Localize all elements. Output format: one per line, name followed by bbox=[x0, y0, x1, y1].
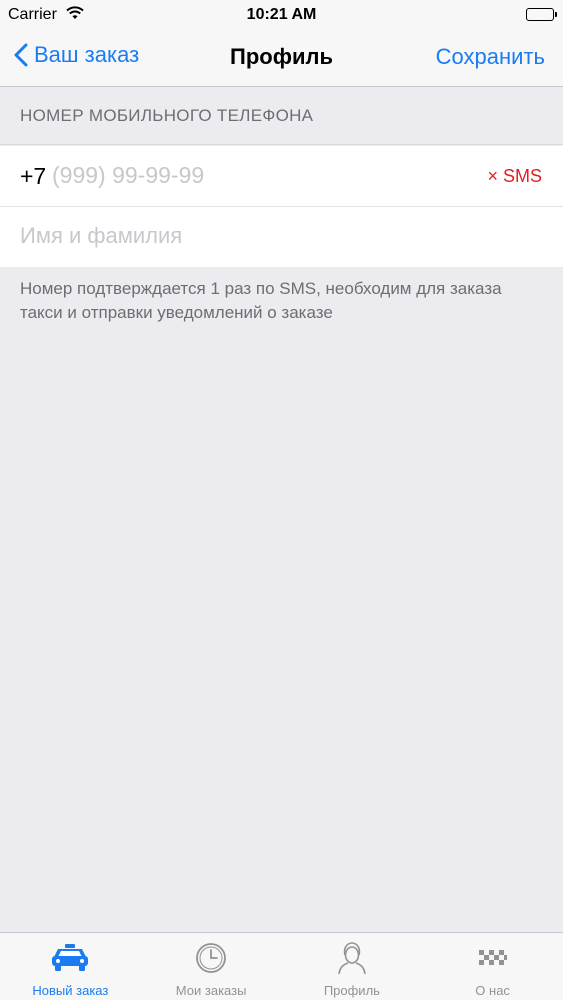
chevron-left-icon bbox=[14, 43, 28, 67]
tab-profile-label: Профиль bbox=[323, 983, 380, 998]
name-input[interactable] bbox=[20, 220, 520, 252]
phone-footnote: Номер подтверждается 1 раз по SMS, необх… bbox=[20, 279, 502, 322]
tab-bar: Новый заказ Мои заказы Профиль О нас bbox=[0, 932, 563, 1000]
taxi-checker-icon bbox=[422, 941, 563, 975]
clock-icon bbox=[141, 941, 282, 975]
name-cell bbox=[0, 206, 563, 267]
taxi-car-icon bbox=[0, 941, 141, 975]
phone-country-prefix: +7 bbox=[20, 163, 47, 189]
tab-my-orders-label: Мои заказы bbox=[175, 983, 247, 998]
tab-about[interactable]: О нас bbox=[422, 933, 563, 1000]
sms-status-button[interactable]: × SMS bbox=[487, 166, 542, 187]
tab-new-order-label: Новый заказ bbox=[32, 983, 109, 998]
tab-new-order[interactable]: Новый заказ bbox=[0, 933, 141, 1000]
phone-section-header: НОМЕР МОБИЛЬНОГО ТЕЛЕФОНА bbox=[0, 87, 563, 145]
person-icon bbox=[282, 941, 423, 975]
back-button-label: Ваш заказ bbox=[34, 42, 140, 67]
back-button[interactable]: Ваш заказ bbox=[14, 42, 139, 68]
status-bar: Carrier 10:21 AM bbox=[0, 0, 563, 30]
save-button[interactable]: Сохранить bbox=[436, 44, 545, 70]
phone-section-title: НОМЕР МОБИЛЬНОГО ТЕЛЕФОНА bbox=[20, 106, 314, 125]
phone-cell: +7 × SMS bbox=[0, 146, 563, 206]
tab-profile[interactable]: Профиль bbox=[282, 933, 423, 1000]
tab-about-label: О нас bbox=[475, 983, 510, 998]
tab-my-orders[interactable]: Мои заказы bbox=[141, 933, 282, 1000]
phone-input[interactable] bbox=[52, 159, 352, 191]
navigation-bar: Ваш заказ Профиль Сохранить bbox=[0, 30, 563, 87]
battery-icon bbox=[526, 8, 557, 21]
status-time: 10:21 AM bbox=[246, 6, 317, 23]
